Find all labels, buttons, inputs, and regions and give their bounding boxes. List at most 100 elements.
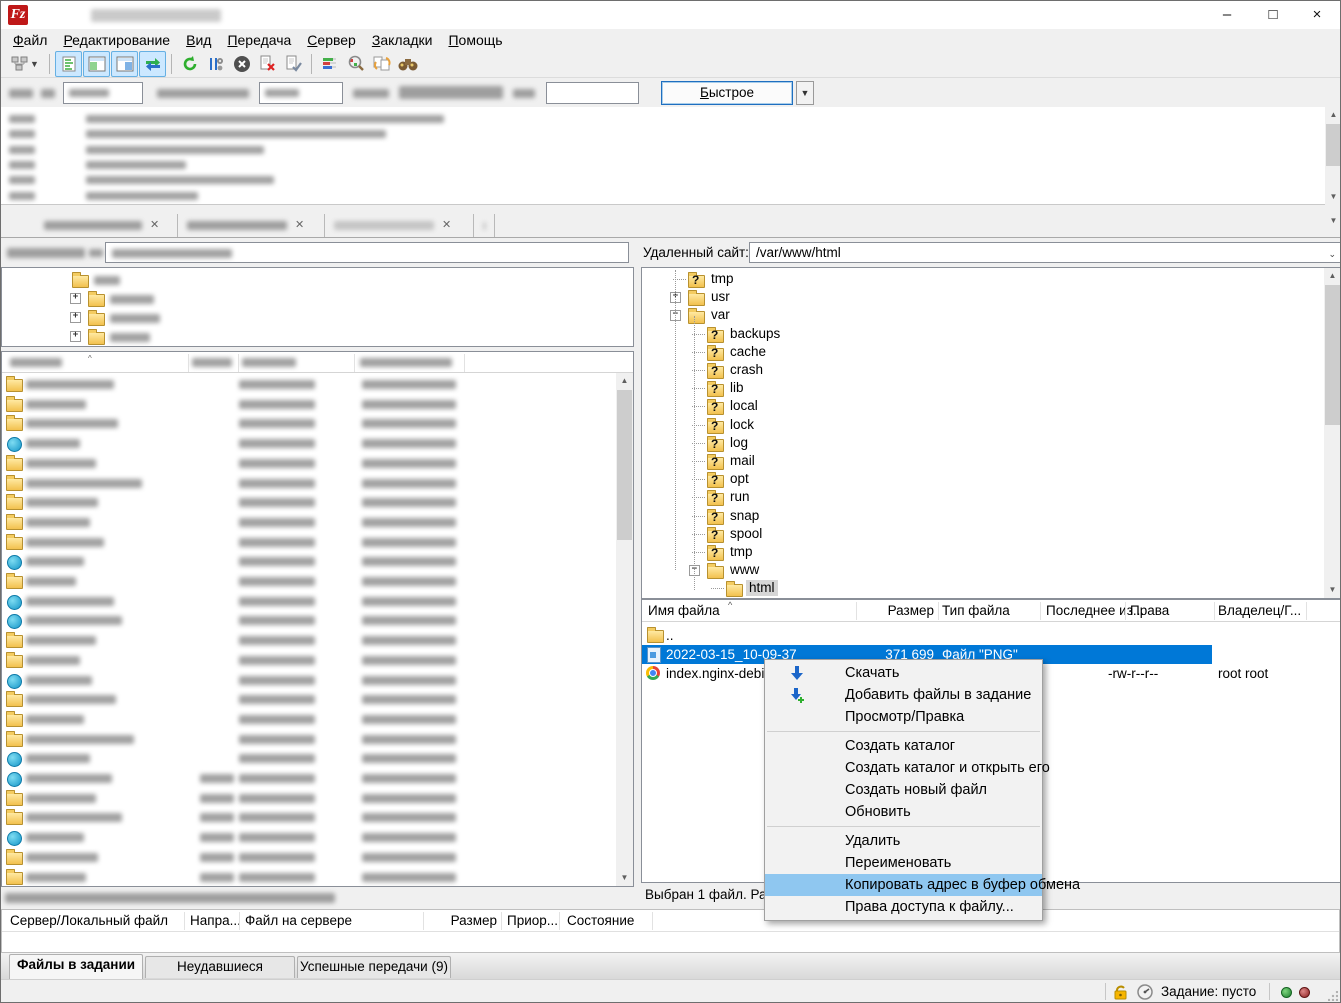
- quickconnect-button[interactable]: Быстрое соединение: [661, 81, 793, 105]
- list-item[interactable]: [2, 631, 616, 650]
- column-divider[interactable]: [184, 912, 185, 930]
- column-divider[interactable]: [559, 912, 560, 930]
- context-menu-item[interactable]: Создать каталог и открыть его: [765, 757, 1042, 779]
- context-menu-item[interactable]: Переименовать: [765, 852, 1042, 874]
- tree-row-log[interactable]: log: [642, 434, 1324, 452]
- column-header-1[interactable]: Размер: [860, 600, 934, 622]
- tree-expander-icon[interactable]: +: [70, 331, 81, 342]
- disconnect-button[interactable]: [255, 52, 280, 76]
- minimize-button[interactable]: –: [1204, 1, 1250, 29]
- tree-expander-icon[interactable]: +: [70, 293, 81, 304]
- list-item[interactable]: [2, 710, 616, 729]
- column-divider[interactable]: [423, 912, 424, 930]
- scroll-up-icon[interactable]: ▲: [616, 373, 633, 389]
- local-list-scrollbar[interactable]: ▲ ▼: [616, 373, 633, 886]
- queue-column-2[interactable]: Файл на сервере: [245, 910, 352, 932]
- remote-tree[interactable]: tmp+usr−varbackupscachecrashliblocallock…: [641, 267, 1341, 599]
- queue-column-4[interactable]: Приор...: [507, 910, 558, 932]
- server-tab[interactable]: ✕: [326, 214, 474, 237]
- menu-Файл[interactable]: Файл: [5, 30, 55, 50]
- column-divider[interactable]: [501, 912, 502, 930]
- tree-row-var[interactable]: −var: [642, 306, 1324, 324]
- remote-list-header[interactable]: Имя файлаРазмерТип файлаПоследнее из...П…: [642, 600, 1341, 622]
- menu-Редактирование[interactable]: Редактирование: [55, 30, 178, 50]
- scroll-up-icon[interactable]: ▲: [1324, 268, 1341, 284]
- menu-Сервер[interactable]: Сервер: [299, 30, 364, 50]
- column-divider[interactable]: [1125, 602, 1126, 620]
- file-row-parent[interactable]: ..: [642, 626, 1341, 645]
- tree-row-backups[interactable]: backups: [642, 325, 1324, 343]
- list-item[interactable]: [2, 552, 616, 571]
- log-scrollbar[interactable]: ▲ ▼: [1325, 107, 1341, 205]
- tree-row[interactable]: +: [2, 309, 633, 327]
- site-manager-button[interactable]: ▼: [6, 52, 44, 76]
- list-item[interactable]: [2, 572, 616, 591]
- menu-Помощь[interactable]: Помощь: [440, 30, 510, 50]
- list-item[interactable]: [2, 671, 616, 690]
- list-item[interactable]: [2, 454, 616, 473]
- column-header-4[interactable]: Права: [1130, 600, 1169, 622]
- queue-tab-2[interactable]: Успешные передачи (9): [297, 956, 451, 978]
- toggle-transfer-queue-button[interactable]: [139, 51, 166, 77]
- tree-row-tmp[interactable]: tmp: [642, 270, 1324, 288]
- queue-tab-1[interactable]: Неудавшиеся передачи: [145, 956, 295, 978]
- column-divider[interactable]: [1306, 602, 1307, 620]
- tree-row-cache[interactable]: cache: [642, 343, 1324, 361]
- tree-row-lib[interactable]: lib: [642, 379, 1324, 397]
- list-item[interactable]: [2, 414, 616, 433]
- queue-header[interactable]: Сервер/Локальный файлНапра...Файл на сер…: [2, 910, 1339, 932]
- scroll-up-icon[interactable]: ▲: [1325, 107, 1341, 123]
- tree-row[interactable]: [2, 271, 633, 289]
- tree-row-www[interactable]: −www: [642, 561, 1324, 579]
- column-header-5[interactable]: Владелец/Г...: [1218, 600, 1301, 622]
- tree-row-lock[interactable]: lock: [642, 416, 1324, 434]
- tree-row-html[interactable]: html: [642, 579, 1324, 597]
- queue-column-3[interactable]: Размер: [427, 910, 497, 932]
- queue-column-5[interactable]: Состояние: [567, 910, 634, 932]
- process-queue-button[interactable]: [203, 52, 228, 76]
- host-input[interactable]: [63, 82, 143, 104]
- context-menu-item[interactable]: Создать новый файл: [765, 779, 1042, 801]
- column-divider[interactable]: [239, 912, 240, 930]
- tree-row-mail[interactable]: mail: [642, 452, 1324, 470]
- list-item[interactable]: [2, 828, 616, 847]
- refresh-button[interactable]: [177, 52, 202, 76]
- tab-close-icon[interactable]: ✕: [442, 220, 451, 231]
- context-menu-item[interactable]: Скачать: [765, 662, 1042, 684]
- scroll-down-icon[interactable]: ▼: [616, 870, 633, 886]
- tree-row-run[interactable]: run: [642, 488, 1324, 506]
- list-item[interactable]: [2, 690, 616, 709]
- toggle-remote-pane-button[interactable]: [111, 51, 138, 77]
- password-input-blurred[interactable]: [399, 86, 503, 99]
- scroll-down-icon[interactable]: ▼: [1325, 189, 1341, 205]
- new-tab-button[interactable]: [475, 214, 495, 237]
- title-bar[interactable]: Fz – □ ×: [1, 1, 1340, 29]
- tree-row-usr[interactable]: +usr: [642, 288, 1324, 306]
- list-item[interactable]: [2, 533, 616, 552]
- tree-row-opt[interactable]: opt: [642, 470, 1324, 488]
- list-item[interactable]: [2, 592, 616, 611]
- context-menu-item[interactable]: Создать каталог: [765, 735, 1042, 757]
- context-menu-item[interactable]: Права доступа к файлу...: [765, 896, 1042, 918]
- tree-row-snap[interactable]: snap: [642, 507, 1324, 525]
- filter-button[interactable]: [317, 52, 342, 76]
- queue-tab-0[interactable]: Файлы в задании: [9, 954, 143, 979]
- scrollbar-thumb[interactable]: [1325, 285, 1340, 425]
- remote-tree-scrollbar[interactable]: ▲ ▼: [1324, 268, 1341, 598]
- list-item[interactable]: [2, 848, 616, 867]
- list-item[interactable]: [2, 651, 616, 670]
- toggle-local-pane-button[interactable]: [83, 51, 110, 77]
- list-item[interactable]: [2, 730, 616, 749]
- list-item[interactable]: [2, 749, 616, 768]
- context-menu-item[interactable]: Копировать адрес в буфер обмена: [765, 874, 1042, 896]
- menu-Закладки[interactable]: Закладки: [364, 30, 441, 50]
- tree-row-local[interactable]: local: [642, 397, 1324, 415]
- queue-column-1[interactable]: Напра...: [190, 910, 241, 932]
- column-header-0[interactable]: Имя файла: [648, 600, 720, 622]
- list-item[interactable]: [2, 808, 616, 827]
- menu-Передача[interactable]: Передача: [219, 30, 299, 50]
- column-divider[interactable]: [856, 602, 857, 620]
- tab-close-icon[interactable]: ✕: [150, 220, 159, 231]
- tree-row-crash[interactable]: crash: [642, 361, 1324, 379]
- context-menu-item[interactable]: Обновить: [765, 801, 1042, 823]
